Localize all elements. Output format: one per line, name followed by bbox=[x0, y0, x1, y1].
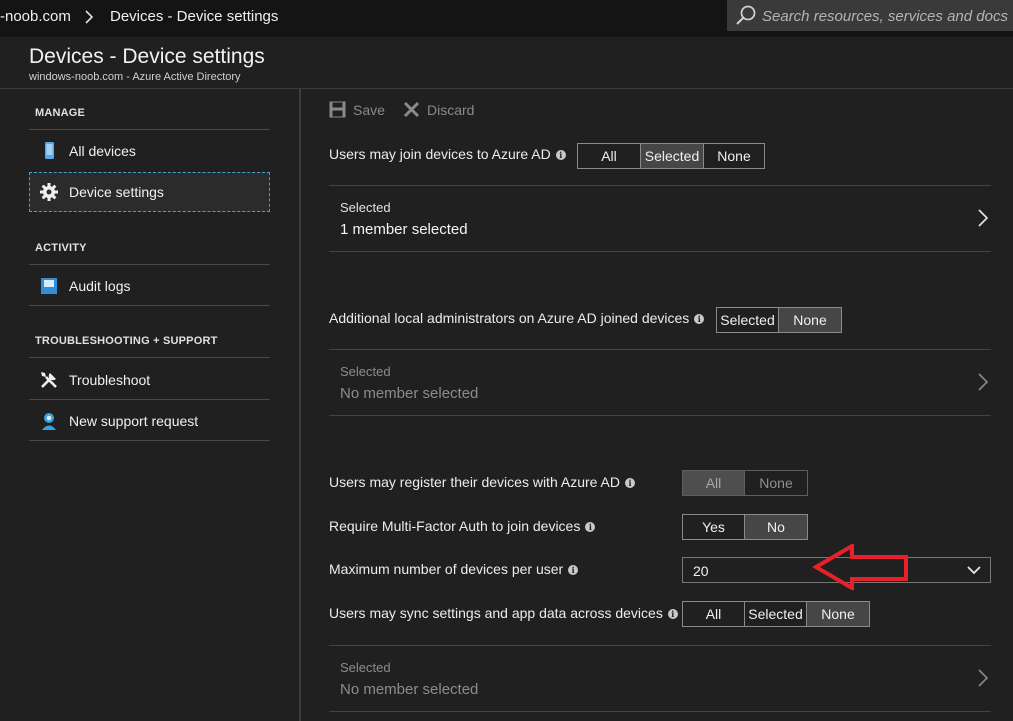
dropdown-value: 20 bbox=[693, 563, 709, 579]
option-no[interactable]: No bbox=[745, 515, 807, 539]
label-text: Require Multi-Factor Auth to join device… bbox=[329, 518, 581, 534]
search-placeholder: Search resources, services and docs bbox=[762, 8, 1008, 25]
option-all[interactable]: All bbox=[578, 144, 641, 168]
picker-caption: Selected bbox=[340, 364, 391, 379]
search-input[interactable]: Search resources, services and docs bbox=[727, 0, 1013, 31]
sidebar-item-label: Audit logs bbox=[69, 278, 131, 294]
member-picker-join[interactable]: Selected 1 member selected bbox=[329, 185, 991, 252]
picker-caption: Selected bbox=[340, 200, 391, 215]
toggle-register-devices: All None bbox=[682, 470, 808, 496]
section-heading-manage: MANAGE bbox=[35, 107, 86, 119]
page-title: Devices - Device settings bbox=[29, 45, 265, 68]
divider bbox=[29, 264, 270, 265]
divider bbox=[29, 129, 270, 130]
option-selected[interactable]: Selected bbox=[717, 308, 779, 332]
divider bbox=[29, 440, 270, 441]
setting-label-local-admins: Additional local administrators on Azure… bbox=[329, 310, 705, 326]
breadcrumb-current: Devices - Device settings bbox=[110, 8, 279, 25]
page-subtitle: windows-noob.com - Azure Active Director… bbox=[29, 71, 241, 83]
sidebar-item-label: Device settings bbox=[69, 184, 164, 200]
label-text: Maximum number of devices per user bbox=[329, 561, 564, 577]
tools-icon bbox=[41, 372, 57, 388]
info-icon[interactable]: i bbox=[667, 609, 678, 619]
divider bbox=[29, 399, 270, 400]
support-person-icon bbox=[42, 413, 56, 430]
sidebar-item-label: Troubleshoot bbox=[69, 372, 151, 388]
picker-value: 1 member selected bbox=[340, 221, 468, 238]
save-label: Save bbox=[353, 102, 385, 118]
chevron-right-icon bbox=[978, 373, 989, 391]
info-icon[interactable]: i bbox=[585, 522, 596, 532]
section-heading-troubleshooting: TROUBLESHOOTING + SUPPORT bbox=[35, 335, 218, 347]
label-text: Users may join devices to Azure AD bbox=[329, 146, 551, 162]
sidebar-item-label: New support request bbox=[69, 413, 199, 429]
picker-value: No member selected bbox=[340, 385, 479, 402]
save-icon bbox=[329, 101, 346, 118]
info-icon[interactable]: i bbox=[568, 565, 579, 575]
close-icon bbox=[403, 101, 420, 118]
option-none[interactable]: None bbox=[704, 144, 764, 168]
setting-label-register-devices: Users may register their devices with Az… bbox=[329, 474, 635, 490]
sidebar-item-device-settings[interactable]: Device settings bbox=[29, 172, 270, 212]
option-yes[interactable]: Yes bbox=[683, 515, 745, 539]
option-none: None bbox=[759, 475, 793, 491]
device-icon bbox=[45, 142, 54, 159]
info-icon[interactable]: i bbox=[555, 150, 566, 160]
sidebar-item-all-devices[interactable]: All devices bbox=[29, 131, 270, 171]
chevron-right-icon bbox=[978, 209, 989, 227]
setting-label-mfa: Require Multi-Factor Auth to join device… bbox=[329, 518, 596, 534]
toggle-local-admins: Selected None bbox=[716, 307, 842, 333]
setting-label-join-devices: Users may join devices to Azure AD i bbox=[329, 146, 566, 162]
chevron-right-icon bbox=[978, 669, 989, 687]
sidebar-item-troubleshoot[interactable]: Troubleshoot bbox=[29, 360, 270, 400]
breadcrumb-root[interactable]: -noob.com bbox=[0, 8, 71, 25]
info-icon[interactable]: i bbox=[694, 314, 705, 324]
top-bar: -noob.com Devices - Device settings Sear… bbox=[0, 0, 1013, 37]
option-selected[interactable]: Selected bbox=[641, 144, 704, 168]
divider bbox=[29, 305, 270, 306]
option-all[interactable]: All bbox=[683, 602, 745, 626]
setting-label-sync: Users may sync settings and app data acr… bbox=[329, 605, 678, 621]
label-text: Additional local administrators on Azure… bbox=[329, 310, 690, 326]
toggle-sync: All Selected None bbox=[682, 601, 870, 627]
sidebar-item-audit-logs[interactable]: Audit logs bbox=[29, 266, 270, 306]
divider bbox=[29, 357, 270, 358]
toggle-mfa: Yes No bbox=[682, 514, 808, 540]
picker-caption: Selected bbox=[340, 660, 391, 675]
gear-icon bbox=[40, 183, 58, 201]
audit-log-icon bbox=[41, 278, 57, 294]
member-picker-sync[interactable]: Selected No member selected bbox=[329, 645, 991, 712]
setting-label-max-devices: Maximum number of devices per user i bbox=[329, 561, 579, 577]
option-none[interactable]: None bbox=[779, 308, 841, 332]
panel-divider bbox=[299, 89, 301, 721]
option-all: All bbox=[683, 471, 745, 495]
chevron-down-icon bbox=[967, 566, 981, 575]
label-text: Users may sync settings and app data acr… bbox=[329, 605, 663, 621]
option-none[interactable]: None bbox=[807, 602, 869, 626]
section-heading-activity: ACTIVITY bbox=[35, 242, 87, 254]
option-selected[interactable]: Selected bbox=[745, 602, 807, 626]
annotation-arrow bbox=[812, 544, 908, 590]
info-icon[interactable]: i bbox=[625, 478, 635, 488]
picker-value: No member selected bbox=[340, 681, 479, 698]
label-text: Users may register their devices with Az… bbox=[329, 474, 620, 490]
discard-label: Discard bbox=[427, 102, 475, 118]
member-picker-local-admins[interactable]: Selected No member selected bbox=[329, 349, 991, 416]
sidebar-item-new-support-request[interactable]: New support request bbox=[29, 401, 270, 441]
chevron-right-icon bbox=[85, 10, 94, 24]
toggle-join-devices: All Selected None bbox=[577, 143, 765, 169]
search-icon bbox=[736, 5, 756, 25]
sidebar-item-label: All devices bbox=[69, 143, 136, 159]
